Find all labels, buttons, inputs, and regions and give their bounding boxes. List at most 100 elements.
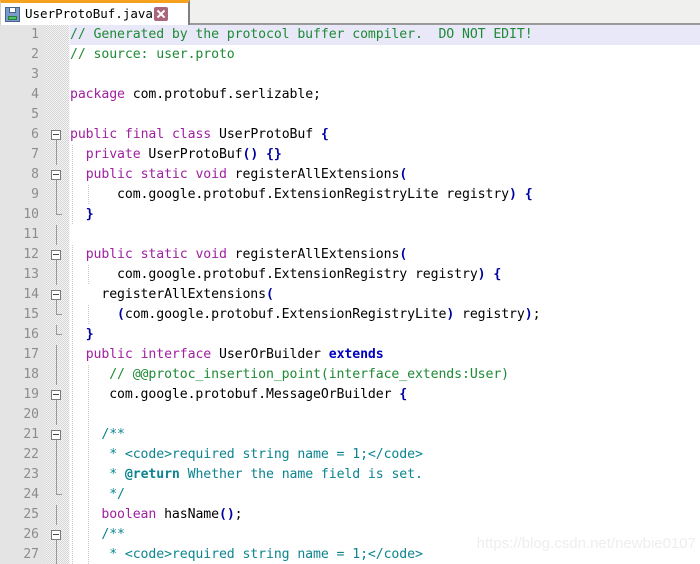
fold-collapse-icon[interactable] <box>51 530 61 540</box>
fold-column[interactable] <box>46 125 70 145</box>
line-number: 2 <box>0 45 46 65</box>
fold-column[interactable] <box>46 445 70 465</box>
code-text: } <box>85 207 94 222</box>
code-line[interactable]: 21 /** <box>0 425 700 445</box>
code-line[interactable]: 2 // source: user.proto <box>0 45 700 65</box>
fold-column[interactable] <box>46 345 70 365</box>
line-number: 14 <box>0 285 46 305</box>
fold-collapse-icon[interactable] <box>51 390 61 400</box>
fold-column[interactable] <box>46 485 70 505</box>
fold-collapse-icon[interactable] <box>51 430 61 440</box>
code-line[interactable]: 12 public static void registerAllExtensi… <box>0 245 700 265</box>
fold-column[interactable] <box>46 85 70 105</box>
fold-collapse-icon[interactable] <box>51 250 61 260</box>
fold-column[interactable] <box>46 465 70 485</box>
code-line[interactable]: 11 <box>0 225 700 245</box>
code-line[interactable]: 8 public static void registerAllExtensio… <box>0 165 700 185</box>
fold-column[interactable] <box>46 525 70 545</box>
code-text: com.google.protobuf.MessageOrBuilder { <box>70 387 408 402</box>
fold-column[interactable] <box>46 385 70 405</box>
close-x-icon[interactable] <box>153 7 168 21</box>
code-line[interactable]: 26 /** <box>0 525 700 545</box>
line-number: 7 <box>0 145 46 165</box>
line-number: 15 <box>0 305 46 325</box>
fold-column[interactable] <box>46 205 70 225</box>
fold-guide-line <box>55 365 57 385</box>
code-line[interactable]: 6 public final class UserProtoBuf { <box>0 125 700 145</box>
code-line[interactable]: 17 public interface UserOrBuilder extend… <box>0 345 700 365</box>
fold-collapse-icon[interactable] <box>51 170 61 180</box>
fold-column[interactable] <box>46 405 70 425</box>
code-line[interactable]: 23 * @return Whether the name field is s… <box>0 465 700 485</box>
fold-guide-line <box>55 225 57 245</box>
fold-column[interactable] <box>46 285 70 305</box>
fold-column[interactable] <box>46 425 70 445</box>
code-line[interactable]: 1 // Generated by the protocol buffer com… <box>0 25 700 45</box>
line-number: 8 <box>0 165 46 185</box>
code-line[interactable]: 10 } <box>0 205 700 225</box>
fold-column[interactable] <box>46 505 70 525</box>
code-line[interactable]: 19 com.google.protobuf.MessageOrBuilder … <box>0 385 700 405</box>
line-number: 18 <box>0 365 46 385</box>
code-text: /** <box>70 427 125 442</box>
code-line[interactable]: 20 <box>0 405 700 425</box>
fold-column[interactable] <box>46 245 70 265</box>
code-text: * <code>required string name = 1;</code> <box>70 447 423 462</box>
code-text: (com.google.protobuf.ExtensionRegistryLi… <box>117 307 541 322</box>
tab-user-proto-buf-java[interactable]: UserProtoBuf.java <box>0 0 190 25</box>
code-line[interactable]: 18 // @@protoc_insertion_point(interface… <box>0 365 700 385</box>
code-line[interactable]: 4 package com.protobuf.serlizable; <box>0 85 700 105</box>
fold-column[interactable] <box>46 45 70 65</box>
code-line[interactable]: 27 * <code>required string name = 1;</co… <box>0 545 700 564</box>
fold-column[interactable] <box>46 145 70 165</box>
fold-column[interactable] <box>46 365 70 385</box>
line-number: 10 <box>0 205 46 225</box>
code-editor[interactable]: 1 // Generated by the protocol buffer com… <box>0 25 700 564</box>
code-line[interactable]: 14 registerAllExtensions( <box>0 285 700 305</box>
fold-column[interactable] <box>46 545 70 564</box>
line-number: 21 <box>0 425 46 445</box>
code-line[interactable]: 3 <box>0 65 700 85</box>
code-line[interactable]: 25 boolean hasName(); <box>0 505 700 525</box>
code-line[interactable]: 15 (com.google.protobuf.ExtensionRegistr… <box>0 305 700 325</box>
fold-collapse-icon[interactable] <box>51 290 61 300</box>
fold-end-marker <box>55 485 62 495</box>
code-text: /** <box>70 527 125 542</box>
code-line[interactable]: 16 } <box>0 325 700 345</box>
editor-tab-bar: UserProtoBuf.java <box>0 0 700 25</box>
fold-column[interactable] <box>46 65 70 85</box>
fold-column[interactable] <box>46 185 70 205</box>
code-line[interactable]: 22 * <code>required string name = 1;</co… <box>0 445 700 465</box>
code-line[interactable]: 24 */ <box>0 485 700 505</box>
code-text: com.google.protobuf.ExtensionRegistry re… <box>70 267 502 282</box>
line-number: 24 <box>0 485 46 505</box>
code-text: com.google.protobuf.ExtensionRegistryLit… <box>70 187 533 202</box>
fold-column[interactable] <box>46 225 70 245</box>
fold-column[interactable] <box>46 105 70 125</box>
code-text: // Generated by the protocol buffer comp… <box>70 25 700 45</box>
code-line[interactable]: 7 private UserProtoBuf() {} <box>0 145 700 165</box>
fold-column[interactable] <box>46 325 70 345</box>
fold-column[interactable] <box>46 265 70 285</box>
code-line[interactable]: 13 com.google.protobuf.ExtensionRegistry… <box>0 265 700 285</box>
line-number: 20 <box>0 405 46 425</box>
fold-guide-line <box>55 465 57 485</box>
code-text: public static void registerAllExtensions… <box>85 167 408 182</box>
line-number: 17 <box>0 345 46 365</box>
fold-column[interactable] <box>46 25 70 45</box>
code-line[interactable]: 9 com.google.protobuf.ExtensionRegistryL… <box>0 185 700 205</box>
code-text: private UserProtoBuf() {} <box>85 147 282 162</box>
line-number: 5 <box>0 105 46 125</box>
line-number: 1 <box>0 25 46 45</box>
fold-collapse-icon[interactable] <box>51 130 61 140</box>
code-line[interactable]: 5 <box>0 105 700 125</box>
fold-column[interactable] <box>46 165 70 185</box>
line-number: 27 <box>0 545 46 564</box>
line-number: 6 <box>0 125 46 145</box>
code-lines[interactable]: 1 // Generated by the protocol buffer com… <box>0 25 700 564</box>
fold-guide-line <box>55 345 57 365</box>
fold-column[interactable] <box>46 305 70 325</box>
line-number: 11 <box>0 225 46 245</box>
